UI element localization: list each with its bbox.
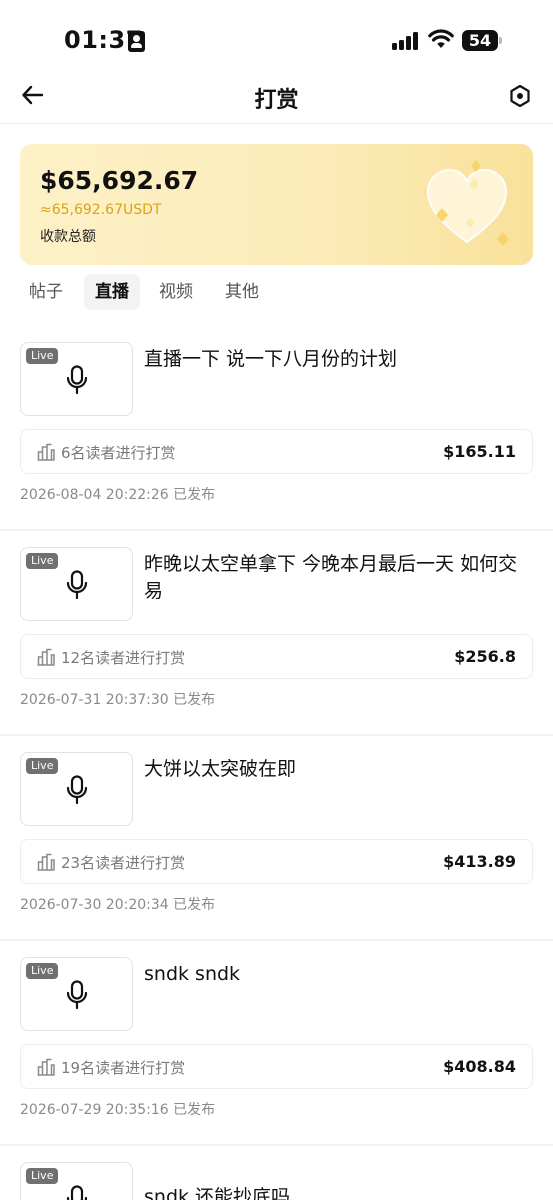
cellular-signal-icon: [392, 32, 420, 50]
microphone-icon: [66, 570, 88, 600]
list-item[interactable]: Live sndk sndk 19名读者进行打赏 $408.84 2026-07…: [0, 941, 553, 1146]
bar-chart-icon: [37, 853, 55, 871]
tab-videos[interactable]: 视频: [150, 274, 202, 310]
live-badge: Live: [26, 348, 59, 364]
list-item[interactable]: Live 大饼以太突破在即 23名读者进行打赏 $413.89 2026-07-…: [0, 736, 553, 941]
list-item[interactable]: Live 昨晚以太空单拿下 今晚本月最后一天 如何交易 12名读者进行打赏 $2…: [0, 531, 553, 736]
contact-card-icon: [128, 31, 145, 52]
live-thumbnail[interactable]: Live: [20, 342, 133, 416]
wifi-icon: [428, 29, 454, 48]
item-title[interactable]: sndk 还能抄底吗: [144, 1184, 534, 1200]
microphone-icon: [66, 1185, 88, 1200]
tab-live[interactable]: 直播: [84, 274, 140, 310]
total-label: 收款总额: [40, 229, 96, 245]
live-badge: Live: [26, 1168, 59, 1184]
reward-amount: $413.89: [443, 852, 516, 871]
live-badge: Live: [26, 553, 59, 569]
reward-amount: $165.11: [443, 442, 516, 461]
list-item[interactable]: Live sndk 还能抄底吗: [0, 1146, 553, 1200]
hexagon-settings-icon[interactable]: [508, 84, 532, 108]
microphone-icon: [66, 775, 88, 805]
microphone-icon: [66, 980, 88, 1010]
tab-posts[interactable]: 帖子: [20, 274, 72, 310]
publish-date: 2026-07-29 20:35:16 已发布: [20, 1102, 216, 1118]
bar-chart-icon: [37, 648, 55, 666]
publish-date: 2026-07-30 20:20:34 已发布: [20, 897, 216, 913]
bar-chart-icon: [37, 443, 55, 461]
heart-icon: [426, 160, 509, 246]
reward-summary-row[interactable]: 6名读者进行打赏 $165.11: [20, 429, 533, 474]
reward-amount: $408.84: [443, 1057, 516, 1076]
reader-count: 23名读者进行打赏: [61, 854, 186, 872]
battery-icon: 54: [462, 30, 502, 51]
usdt-amount: ≈65,692.67USDT: [40, 202, 162, 218]
publish-date: 2026-07-31 20:37:30 已发布: [20, 692, 216, 708]
item-title[interactable]: 直播一下 说一下八月份的计划: [144, 346, 534, 373]
item-title[interactable]: sndk sndk: [144, 961, 534, 988]
reward-amount: $256.8: [454, 647, 516, 666]
live-thumbnail[interactable]: Live: [20, 1162, 133, 1200]
item-title[interactable]: 大饼以太突破在即: [144, 756, 534, 783]
battery-level: 54: [462, 30, 498, 51]
live-badge: Live: [26, 963, 59, 979]
page-title: 打赏: [254, 88, 299, 113]
nav-bar: 打赏: [0, 70, 553, 124]
tab-other[interactable]: 其他: [216, 274, 268, 310]
live-thumbnail[interactable]: Live: [20, 957, 133, 1031]
reward-summary-row[interactable]: 12名读者进行打赏 $256.8: [20, 634, 533, 679]
live-thumbnail[interactable]: Live: [20, 752, 133, 826]
item-title[interactable]: 昨晚以太空单拿下 今晚本月最后一天 如何交易: [144, 551, 524, 605]
microphone-icon: [66, 365, 88, 395]
live-thumbnail[interactable]: Live: [20, 547, 133, 621]
reader-count: 6名读者进行打赏: [61, 444, 176, 462]
publish-date: 2026-08-04 20:22:26 已发布: [20, 487, 216, 503]
live-badge: Live: [26, 758, 59, 774]
reward-summary-row[interactable]: 19名读者进行打赏 $408.84: [20, 1044, 533, 1089]
bar-chart-icon: [37, 1058, 55, 1076]
total-amount: $65,692.67: [40, 166, 199, 195]
earnings-summary-card: $65,692.67 ≈65,692.67USDT 收款总额: [20, 144, 533, 265]
list-item[interactable]: Live 直播一下 说一下八月份的计划 6名读者进行打赏 $165.11 202…: [0, 326, 553, 531]
reward-summary-row[interactable]: 23名读者进行打赏 $413.89: [20, 839, 533, 884]
reader-count: 19名读者进行打赏: [61, 1059, 186, 1077]
reader-count: 12名读者进行打赏: [61, 649, 186, 667]
